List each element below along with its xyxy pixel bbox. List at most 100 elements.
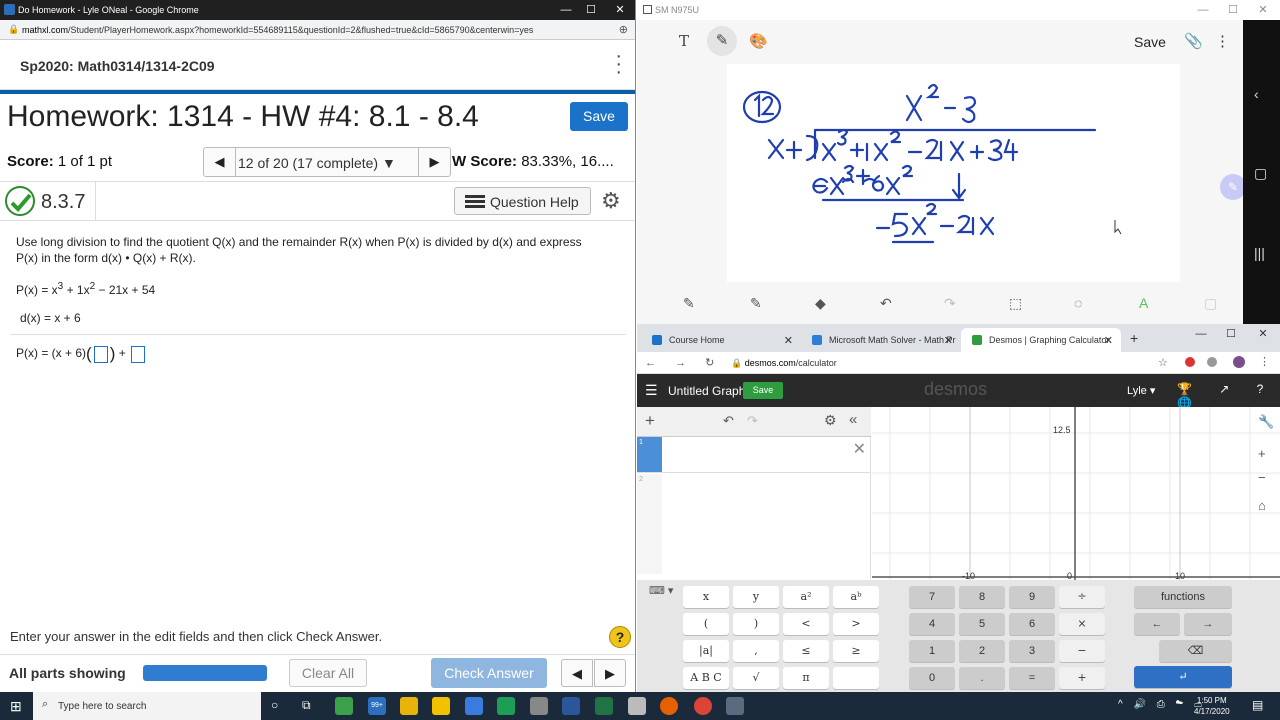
keypad-key[interactable]: 3 — [1009, 640, 1055, 662]
more-icon[interactable]: ⋮ — [1259, 355, 1270, 368]
enter-key[interactable]: ↵ — [1134, 666, 1232, 688]
question-help-button[interactable]: Question Help — [454, 187, 591, 215]
url-text[interactable]: mathxl.com/Student/PlayerHomework.aspx?h… — [22, 25, 533, 35]
keypad-key[interactable]: 1 — [909, 640, 955, 662]
tab-close-icon[interactable]: ✕ — [944, 334, 953, 347]
next-button[interactable]: ▶ — [594, 659, 626, 687]
app-icon[interactable] — [335, 697, 353, 715]
keypad-key[interactable]: ≤ — [783, 640, 829, 662]
extension-icon[interactable] — [1185, 357, 1195, 367]
keypad-key[interactable]: + — [1059, 667, 1105, 689]
windows-start-icon[interactable]: ⊞ — [10, 698, 22, 715]
functions-key[interactable]: functions — [1134, 586, 1232, 608]
keypad-key[interactable]: |a| — [683, 640, 729, 662]
keypad-key[interactable]: > — [833, 613, 879, 635]
home-icon[interactable]: ▢ — [1254, 165, 1267, 182]
keyboard-toggle-icon[interactable]: ⌨ ▾ — [649, 584, 673, 597]
notes-save-button[interactable]: Save — [1134, 34, 1166, 50]
taskbar-search[interactable]: ⌕ Type here to search — [33, 692, 261, 720]
tab-math-solver[interactable]: Microsoft Math Solver - Math Pr ✕ — [801, 328, 961, 352]
keypad-key[interactable]: 7 — [909, 586, 955, 608]
text-tool-icon[interactable]: T — [679, 32, 689, 50]
keypad-key[interactable]: 5 — [959, 613, 1005, 635]
backspace-key[interactable]: ⌫ — [1159, 640, 1232, 662]
file-explorer-icon[interactable] — [400, 697, 418, 715]
word-icon[interactable] — [562, 697, 580, 715]
minimize-icon[interactable]: — — [552, 0, 580, 20]
bookmark-star-icon[interactable]: ☆ — [1158, 356, 1168, 369]
zoom-out-icon[interactable]: − — [1258, 470, 1266, 485]
clear-all-button[interactable]: Clear All — [289, 659, 367, 687]
delete-expression-icon[interactable]: ✕ — [853, 439, 866, 459]
header-icons[interactable]: 🏆 ↗ ? 🌐 — [1177, 382, 1280, 410]
settings-icon[interactable]: ⚙ — [824, 412, 837, 429]
quotient-input[interactable] — [93, 345, 108, 363]
keypad-key[interactable]: x — [683, 586, 729, 608]
keypad-key[interactable]: aᵇ — [833, 586, 879, 608]
pen-icon[interactable]: ✎ — [683, 295, 695, 312]
maximize-icon[interactable]: ☐ — [577, 0, 605, 20]
notifications-icon[interactable]: ▤ — [1252, 698, 1263, 712]
keypad-key[interactable]: √ — [733, 667, 779, 689]
keypad-key[interactable]: ) — [733, 613, 779, 635]
zoom-in-icon[interactable]: + — [1258, 446, 1266, 461]
previous-question-button[interactable]: ◀ — [204, 148, 236, 176]
redo-icon[interactable]: ↷ — [944, 295, 956, 312]
right-arrow-key[interactable]: → — [1184, 613, 1232, 635]
docs-icon[interactable] — [465, 697, 483, 715]
desmos-save-button[interactable]: Save — [743, 382, 783, 399]
cortana-icon[interactable]: ○ — [271, 698, 278, 712]
tab-close-icon[interactable]: ✕ — [784, 334, 793, 347]
app-icon[interactable] — [432, 697, 450, 715]
keypad-key[interactable]: π — [783, 667, 829, 689]
address-bar[interactable]: ← → ↻ 🔒 desmos.com/calculator ☆ ⋮ — [637, 352, 1280, 374]
keypad-key[interactable]: = — [1009, 667, 1055, 689]
undo-icon[interactable]: ↶ — [723, 413, 734, 429]
back-icon[interactable]: ‹ — [1254, 86, 1259, 102]
collapse-icon[interactable]: « — [849, 411, 857, 428]
shape-icon[interactable]: ▢ — [1204, 295, 1217, 312]
sheets-icon[interactable] — [497, 697, 515, 715]
next-question-button[interactable]: ▶ — [418, 148, 450, 176]
keypad-key[interactable] — [833, 667, 879, 689]
select-icon[interactable]: ⬚ — [1009, 295, 1022, 312]
new-tab-icon[interactable]: + — [1130, 330, 1138, 346]
keypad-key[interactable]: 0 — [909, 667, 955, 689]
gear-icon[interactable]: ⚙ — [601, 188, 621, 214]
highlighter-icon[interactable]: ✎ — [750, 295, 762, 312]
app-icon[interactable] — [726, 697, 744, 715]
attach-icon[interactable]: 📎 — [1184, 32, 1203, 50]
zoom-icon[interactable]: ⊕ — [619, 23, 628, 36]
keypad-key[interactable]: a² — [783, 586, 829, 608]
close-icon[interactable]: ✕ — [1249, 324, 1277, 344]
firefox-icon[interactable] — [660, 697, 678, 715]
minimize-icon[interactable]: — — [1189, 0, 1217, 20]
ink-to-text-icon[interactable]: A — [1139, 295, 1148, 311]
lasso-icon[interactable]: ◌ — [1074, 295, 1082, 311]
close-icon[interactable]: ✕ — [1249, 0, 1277, 20]
profile-avatar[interactable] — [1233, 356, 1245, 368]
close-icon[interactable]: ✕ — [606, 0, 634, 20]
previous-button[interactable]: ◀ — [561, 659, 593, 687]
tab-close-icon[interactable]: ✕ — [1104, 334, 1113, 347]
left-arrow-key[interactable]: ← — [1134, 613, 1180, 635]
keypad-key[interactable]: < — [783, 613, 829, 635]
eraser-icon[interactable]: ◆ — [815, 295, 826, 312]
extension-icon[interactable] — [1207, 357, 1217, 367]
keypad-key[interactable]: ≥ — [833, 640, 879, 662]
excel-icon[interactable] — [595, 697, 613, 715]
keypad-key[interactable]: − — [1059, 640, 1105, 662]
save-button[interactable]: Save — [570, 102, 628, 131]
clock[interactable]: 1:50 PM 4/17/2020 — [1194, 695, 1230, 717]
keypad-key[interactable]: y — [733, 586, 779, 608]
calculator-icon[interactable] — [530, 697, 548, 715]
keypad-key[interactable]: 4 — [909, 613, 955, 635]
url-text[interactable]: 🔒 desmos.com/calculator — [731, 358, 837, 369]
minimize-icon[interactable]: — — [1187, 324, 1215, 344]
keypad-key[interactable]: , — [733, 640, 779, 662]
keypad-key[interactable]: 6 — [1009, 613, 1055, 635]
undo-icon[interactable]: ↶ — [880, 295, 892, 312]
address-bar[interactable]: 🔒 mathxl.com/Student/PlayerHomework.aspx… — [0, 20, 635, 40]
task-view-icon[interactable]: ⧉ — [302, 698, 311, 713]
system-tray-icons[interactable]: ^ 🔊 ⎙ ☁ ▭ — [1118, 699, 1206, 710]
